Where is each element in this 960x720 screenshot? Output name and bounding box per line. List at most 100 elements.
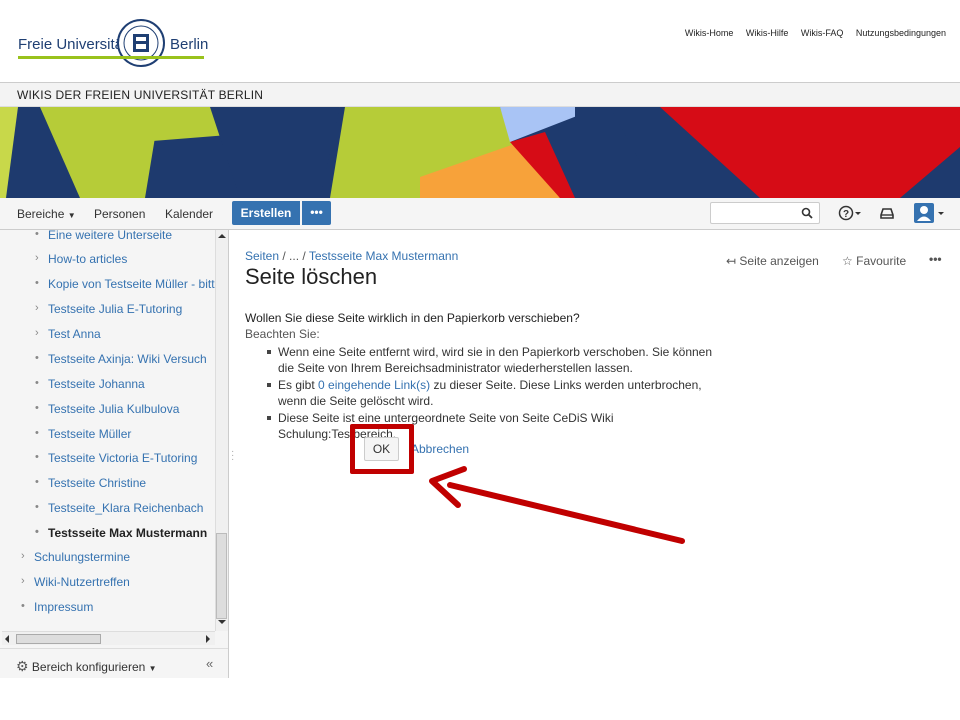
create-button[interactable]: Erstellen bbox=[232, 201, 300, 225]
link-terms[interactable]: Nutzungsbedingungen bbox=[856, 28, 946, 38]
tree-item[interactable]: › How-to articles bbox=[35, 252, 128, 266]
tree-item[interactable]: › Wiki-Nutzertreffen bbox=[21, 575, 130, 589]
favourite-label: Favourite bbox=[856, 254, 907, 268]
sidebar: • Eine weitere Unterseite › How-to article… bbox=[0, 230, 229, 678]
tree-item[interactable]: • Testseite_Klara Reichenbach bbox=[35, 501, 204, 515]
tree-item-label: Testseite Victoria E-Tutoring bbox=[48, 451, 198, 465]
tree-item[interactable]: › Test Anna bbox=[35, 327, 101, 341]
tree-item-label: Test Anna bbox=[48, 327, 101, 341]
tree-item[interactable]: • Testseite Victoria E-Tutoring bbox=[35, 451, 198, 465]
annotation-arrow bbox=[429, 466, 685, 544]
help-icon[interactable]: ? bbox=[838, 205, 864, 224]
tree-item[interactable]: • Kopie von Testseite Müller - bitte bbox=[35, 277, 222, 291]
chevron-down-icon: ▼ bbox=[67, 211, 76, 220]
wiki-title-bar: WIKIS DER FREIEN UNIVERSITÄT BERLIN bbox=[0, 82, 960, 107]
tree-item-current[interactable]: • Testsseite Max Mustermann bbox=[35, 526, 208, 540]
link-wikis-help[interactable]: Wikis-Hilfe bbox=[746, 28, 789, 38]
chevron-right-icon[interactable]: › bbox=[35, 302, 39, 314]
tree-item[interactable]: › Schulungstermine bbox=[21, 550, 130, 564]
chevron-right-icon[interactable]: › bbox=[35, 327, 39, 339]
logo-text-right: Berlin bbox=[170, 36, 209, 53]
user-avatar-icon[interactable] bbox=[914, 203, 948, 226]
favourite-button[interactable]: ☆ Favourite bbox=[842, 254, 906, 268]
top-links: Wikis-Home Wikis-Hilfe Wikis-FAQ Nutzung… bbox=[675, 28, 946, 38]
breadcrumb-ellipsis[interactable]: ... bbox=[289, 249, 299, 263]
sidebar-scroll-thumb[interactable] bbox=[216, 533, 227, 619]
tree-item-label: Testsseite Max Mustermann bbox=[48, 526, 208, 540]
tree-item[interactable]: • Eine weitere Unterseite bbox=[35, 230, 172, 242]
incoming-links-link[interactable]: 0 eingehende Link(s) bbox=[318, 378, 430, 392]
cancel-link[interactable]: Abbrechen bbox=[411, 442, 469, 456]
nav-spaces-label: Bereiche bbox=[17, 207, 65, 221]
tree-item-label: Testseite Axinja: Wiki Versuch bbox=[48, 352, 207, 366]
bullet-mark: • bbox=[35, 451, 39, 463]
tree-item-label: Testseite Müller bbox=[48, 427, 132, 441]
nav-spaces[interactable]: Bereiche ▼ bbox=[17, 207, 76, 221]
tree-item-label: Testseite Christine bbox=[48, 476, 147, 490]
chevron-right-icon[interactable]: › bbox=[21, 575, 25, 587]
breadcrumb-current[interactable]: Testsseite Max Mustermann bbox=[309, 249, 458, 263]
nav-people[interactable]: Personen bbox=[94, 207, 145, 221]
scroll-left-icon[interactable] bbox=[4, 635, 10, 643]
link-wikis-faq[interactable]: Wikis-FAQ bbox=[801, 28, 844, 38]
search-input[interactable] bbox=[710, 202, 820, 224]
tree-item[interactable]: • Testseite Johanna bbox=[35, 377, 145, 391]
svg-text:?: ? bbox=[843, 209, 849, 220]
link-wikis-home[interactable]: Wikis-Home bbox=[685, 28, 734, 38]
tree-item-label: Wiki-Nutzertreffen bbox=[34, 575, 130, 589]
nav-calendar[interactable]: Kalender bbox=[165, 207, 213, 221]
chevron-right-icon[interactable]: › bbox=[21, 550, 25, 562]
configure-space-label: Bereich konfigurieren bbox=[31, 660, 146, 674]
search-icon bbox=[801, 207, 813, 219]
view-page-button[interactable]: ↤ Seite anzeigen bbox=[726, 254, 819, 268]
note-item: Wenn eine Seite entfernt wird, wird sie … bbox=[261, 344, 731, 376]
create-more-button[interactable]: ••• bbox=[302, 201, 331, 225]
delete-question: Wollen Sie diese Seite wirklich in den P… bbox=[245, 311, 580, 325]
note-list: Wenn eine Seite entfernt wird, wird sie … bbox=[261, 344, 731, 443]
tree-item[interactable]: • Testseite Axinja: Wiki Versuch bbox=[35, 352, 207, 366]
header-banner bbox=[0, 107, 960, 198]
tree-item-label: Testseite Julia Kulbulova bbox=[48, 402, 180, 416]
tree-item-label: How-to articles bbox=[48, 252, 128, 266]
sidebar-hscroll-thumb[interactable] bbox=[16, 634, 101, 644]
scroll-right-icon[interactable] bbox=[205, 635, 211, 643]
note-text: Es gibt bbox=[278, 378, 319, 392]
logo-text-left: Freie Universität bbox=[18, 36, 128, 53]
tree-item-label: Testseite Julia E-Tutoring bbox=[48, 302, 183, 316]
tree-item[interactable]: › Testseite Julia E-Tutoring bbox=[35, 302, 183, 316]
page-title: Seite löschen bbox=[245, 264, 378, 289]
bullet-mark: • bbox=[35, 352, 39, 364]
tree-item-label: Kopie von Testseite Müller - bitte bbox=[48, 277, 222, 291]
bullet-mark: • bbox=[35, 377, 39, 389]
breadcrumb: Seiten / ... / Testsseite Max Mustermann bbox=[245, 249, 458, 263]
sidebar-footer: ⚙ Bereich konfigurieren ▼ « bbox=[0, 648, 228, 678]
scroll-up-icon[interactable] bbox=[218, 233, 226, 239]
star-icon: ☆ bbox=[842, 254, 853, 268]
breadcrumb-pages[interactable]: Seiten bbox=[245, 249, 279, 263]
tree-item[interactable]: • Impressum bbox=[21, 600, 94, 614]
logo-underline bbox=[18, 56, 204, 59]
more-actions-icon[interactable]: ••• bbox=[929, 252, 942, 266]
bullet-mark: • bbox=[35, 427, 39, 439]
collapse-sidebar-button[interactable]: « bbox=[206, 656, 213, 671]
note-label: Beachten Sie: bbox=[245, 327, 320, 341]
bullet-mark: • bbox=[35, 230, 39, 240]
tree-item[interactable]: • Testseite Christine bbox=[35, 476, 147, 490]
chevron-down-icon: ▼ bbox=[148, 664, 157, 673]
chevron-right-icon[interactable]: › bbox=[35, 252, 39, 264]
tree-item[interactable]: • Testseite Müller bbox=[35, 427, 132, 441]
bullet-mark: • bbox=[35, 476, 39, 488]
tree-item[interactable]: • Testseite Julia Kulbulova bbox=[35, 402, 180, 416]
scroll-down-icon[interactable] bbox=[218, 619, 226, 625]
tree-item-label: Impressum bbox=[34, 600, 94, 614]
bullet-mark: • bbox=[35, 501, 39, 513]
tree-item-label: Testseite Johanna bbox=[48, 377, 145, 391]
bullet-mark: • bbox=[35, 526, 39, 538]
bullet-mark: • bbox=[35, 277, 39, 289]
highlight-box bbox=[350, 424, 414, 474]
configure-space-button[interactable]: ⚙ Bereich konfigurieren ▼ bbox=[16, 658, 157, 675]
tree-item-label: Testseite_Klara Reichenbach bbox=[48, 501, 204, 515]
gear-icon: ⚙ bbox=[16, 658, 29, 674]
sidebar-resize-handle[interactable]: · · · bbox=[231, 447, 234, 465]
notifications-icon[interactable] bbox=[879, 205, 895, 224]
